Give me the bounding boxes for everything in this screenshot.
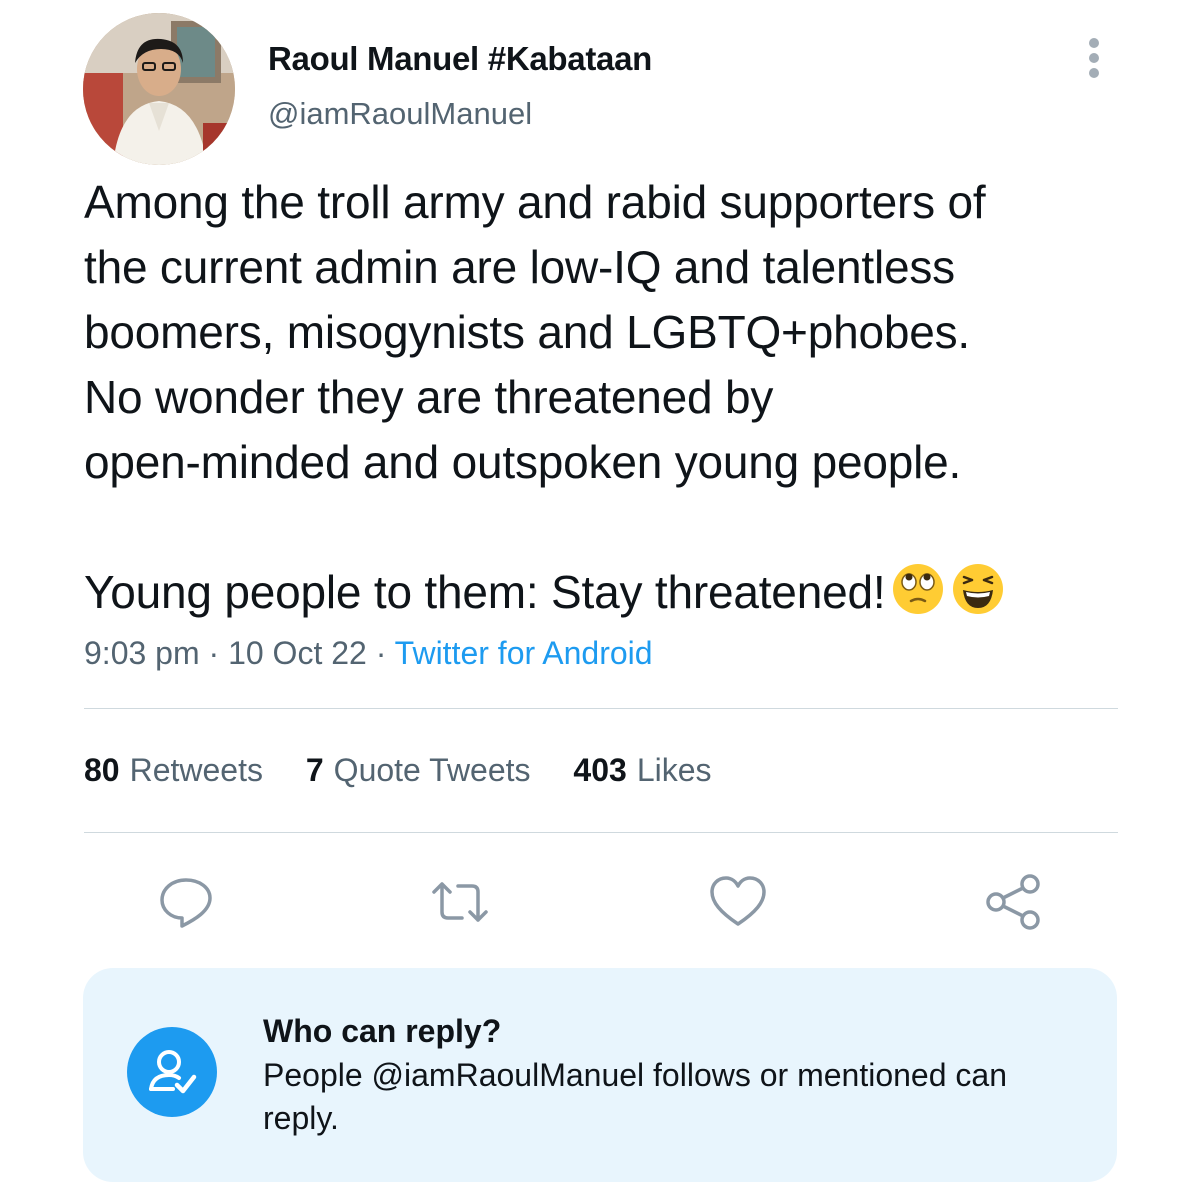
- tweet-line: No wonder they are threatened by: [84, 371, 774, 423]
- author-handle[interactable]: @iamRaoulManuel: [268, 96, 532, 132]
- retweets-count: 80: [84, 752, 120, 788]
- speech-bubble-icon: [160, 878, 212, 928]
- tweet-meta: 9:03 pm · 10 Oct 22 · Twitter for Androi…: [84, 635, 653, 672]
- quotes-label: Quote Tweets: [333, 752, 531, 788]
- tweet-detail-page: Raoul Manuel #Kabataan @iamRaoulManuel A…: [0, 0, 1200, 1200]
- tweet-source-link[interactable]: Twitter for Android: [395, 635, 653, 671]
- retweet-icon: [432, 882, 488, 922]
- retweets-stat[interactable]: 80 Retweets: [84, 752, 263, 789]
- tweet-line: open-minded and outspoken young people.: [84, 436, 962, 488]
- likes-stat[interactable]: 403 Likes: [573, 752, 711, 789]
- likes-label: Likes: [636, 752, 712, 788]
- user-check-icon: [127, 1027, 217, 1117]
- retweet-button[interactable]: [428, 874, 488, 930]
- author-avatar[interactable]: [83, 13, 235, 165]
- likes-count: 403: [573, 752, 627, 788]
- tweet-line: the current admin are low-IQ and talentl…: [84, 241, 955, 293]
- grinning-squinting-face-emoji: [951, 562, 1005, 633]
- tweet-second-paragraph: Young people to them: Stay threatened!: [84, 560, 1144, 633]
- tweet-stats: 80 Retweets 7 Quote Tweets 403 Likes: [84, 752, 746, 789]
- tweet-line: Young people to them: Stay threatened!: [84, 566, 886, 618]
- tweet-time[interactable]: 9:03 pm: [84, 635, 200, 671]
- face-with-rolling-eyes-emoji: [891, 562, 945, 633]
- share-nodes-icon: [986, 874, 1040, 930]
- quotes-count: 7: [305, 752, 324, 788]
- tweet-text: Among the troll army and rabid supporter…: [84, 170, 1144, 633]
- reply-button[interactable]: [158, 874, 214, 930]
- share-button[interactable]: [984, 874, 1040, 930]
- tweet-date[interactable]: 10 Oct 22: [228, 635, 367, 671]
- who-can-reply-card: Who can reply? People @iamRaoulManuel fo…: [83, 968, 1117, 1182]
- tweet-line: Among the troll army and rabid supporter…: [84, 176, 986, 228]
- retweets-label: Retweets: [129, 752, 263, 788]
- meta-separator: ·: [199, 635, 229, 671]
- divider: [84, 832, 1118, 833]
- more-options-icon[interactable]: [1078, 36, 1112, 80]
- tweet-line: boomers, misogynists and LGBTQ+phobes.: [84, 306, 971, 358]
- like-button[interactable]: [708, 874, 766, 930]
- who-can-reply-title: Who can reply?: [263, 1013, 502, 1049]
- quote-tweets-stat[interactable]: 7 Quote Tweets: [306, 752, 531, 789]
- who-can-reply-description: People @iamRaoulManuel follows or mentio…: [263, 1057, 1007, 1136]
- avatar-photo: [83, 13, 235, 165]
- heart-icon: [710, 876, 766, 926]
- divider: [84, 708, 1118, 709]
- meta-separator: ·: [366, 635, 395, 671]
- author-display-name[interactable]: Raoul Manuel #Kabataan: [268, 40, 652, 78]
